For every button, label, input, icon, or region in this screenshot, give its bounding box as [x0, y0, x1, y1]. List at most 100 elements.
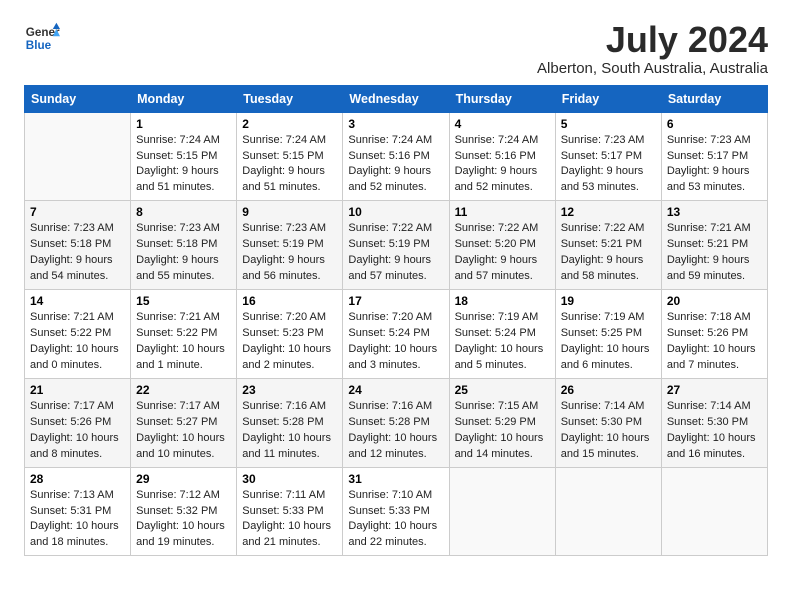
- cell-info-text: Sunrise: 7:15 AMSunset: 5:29 PMDaylight:…: [455, 399, 550, 463]
- cell-date-number: 30: [242, 472, 337, 486]
- cell-info-text: Sunrise: 7:23 AMSunset: 5:17 PMDaylight:…: [561, 133, 656, 197]
- calendar-week-1: 1 Sunrise: 7:24 AMSunset: 5:15 PMDaylight…: [25, 112, 768, 201]
- calendar-cell: 26 Sunrise: 7:14 AMSunset: 5:30 PMDayligh…: [555, 378, 661, 467]
- cell-info-text: Sunrise: 7:22 AMSunset: 5:19 PMDaylight:…: [348, 221, 443, 285]
- calendar-cell: 15Sunrise: 7:21 AMSunset: 5:22 PMDayligh…: [131, 290, 237, 379]
- calendar-table: SundayMondayTuesdayWednesdayThursdayFrid…: [24, 85, 768, 557]
- page-header: General Blue July 2024 Alberton, South A…: [24, 20, 768, 77]
- cell-date-number: 24: [348, 383, 443, 397]
- calendar-cell: 20 Sunrise: 7:18 AMSunset: 5:26 PMDayligh…: [661, 290, 767, 379]
- calendar-cell: 16 Sunrise: 7:20 AMSunset: 5:23 PMDayligh…: [237, 290, 343, 379]
- calendar-cell: 11Sunrise: 7:22 AMSunset: 5:20 PMDayligh…: [449, 201, 555, 290]
- cell-info-text: Sunrise: 7:16 AMSunset: 5:28 PMDaylight:…: [348, 399, 443, 463]
- cell-date-number: 17: [348, 294, 443, 308]
- calendar-cell: [449, 467, 555, 556]
- weekday-header-monday: Monday: [131, 85, 237, 112]
- calendar-cell: 22Sunrise: 7:17 AMSunset: 5:27 PMDayligh…: [131, 378, 237, 467]
- cell-date-number: 7: [30, 205, 125, 219]
- calendar-cell: 7 Sunrise: 7:23 AMSunset: 5:18 PMDaylight…: [25, 201, 131, 290]
- cell-info-text: Sunrise: 7:23 AMSunset: 5:17 PMDaylight:…: [667, 133, 762, 197]
- cell-info-text: Sunrise: 7:24 AMSunset: 5:15 PMDaylight:…: [242, 133, 337, 197]
- calendar-cell: 30 Sunrise: 7:11 AMSunset: 5:33 PMDayligh…: [237, 467, 343, 556]
- cell-date-number: 6: [667, 117, 762, 131]
- calendar-cell: 8 Sunrise: 7:23 AMSunset: 5:18 PMDaylight…: [131, 201, 237, 290]
- cell-date-number: 31: [348, 472, 443, 486]
- calendar-cell: 23 Sunrise: 7:16 AMSunset: 5:28 PMDayligh…: [237, 378, 343, 467]
- calendar-cell: 12 Sunrise: 7:22 AMSunset: 5:21 PMDayligh…: [555, 201, 661, 290]
- cell-info-text: Sunrise: 7:20 AMSunset: 5:24 PMDaylight:…: [348, 310, 443, 374]
- cell-info-text: Sunrise: 7:14 AMSunset: 5:30 PMDaylight:…: [667, 399, 762, 463]
- cell-date-number: 23: [242, 383, 337, 397]
- cell-date-number: 27: [667, 383, 762, 397]
- cell-info-text: Sunrise: 7:14 AMSunset: 5:30 PMDaylight:…: [561, 399, 656, 463]
- cell-date-number: 19: [561, 294, 656, 308]
- weekday-header-sunday: Sunday: [25, 85, 131, 112]
- cell-date-number: 13: [667, 205, 762, 219]
- calendar-cell: 17 Sunrise: 7:20 AMSunset: 5:24 PMDayligh…: [343, 290, 449, 379]
- calendar-cell: 24 Sunrise: 7:16 AMSunset: 5:28 PMDayligh…: [343, 378, 449, 467]
- calendar-cell: 1Sunrise: 7:24 AMSunset: 5:15 PMDaylight…: [131, 112, 237, 201]
- calendar-cell: 19Sunrise: 7:19 AMSunset: 5:25 PMDayligh…: [555, 290, 661, 379]
- title-area: July 2024 Alberton, South Australia, Aus…: [537, 20, 768, 77]
- cell-date-number: 29: [136, 472, 231, 486]
- calendar-cell: 3 Sunrise: 7:24 AMSunset: 5:16 PMDaylight…: [343, 112, 449, 201]
- cell-info-text: Sunrise: 7:24 AMSunset: 5:16 PMDaylight:…: [455, 133, 550, 197]
- cell-info-text: Sunrise: 7:21 AMSunset: 5:22 PMDaylight:…: [136, 310, 231, 374]
- cell-date-number: 9: [242, 205, 337, 219]
- cell-info-text: Sunrise: 7:16 AMSunset: 5:28 PMDaylight:…: [242, 399, 337, 463]
- calendar-body: 1 Sunrise: 7:24 AMSunset: 5:15 PMDaylight…: [25, 112, 768, 556]
- cell-info-text: Sunrise: 7:13 AMSunset: 5:31 PMDaylight:…: [30, 488, 125, 552]
- cell-date-number: 4: [455, 117, 550, 131]
- cell-info-text: Sunrise: 7:19 AMSunset: 5:24 PMDaylight:…: [455, 310, 550, 374]
- cell-info-text: Sunrise: 7:18 AMSunset: 5:26 PMDaylight:…: [667, 310, 762, 374]
- calendar-header-row: SundayMondayTuesdayWednesdayThursdayFrid…: [25, 85, 768, 112]
- calendar-cell: 29 Sunrise: 7:12 AMSunset: 5:32 PMDayligh…: [131, 467, 237, 556]
- calendar-cell: 31 Sunrise: 7:10 AMSunset: 5:33 PMDayligh…: [343, 467, 449, 556]
- cell-info-text: Sunrise: 7:20 AMSunset: 5:23 PMDaylight:…: [242, 310, 337, 374]
- calendar-week-5: 28 Sunrise: 7:13 AMSunset: 5:31 PMDayligh…: [25, 467, 768, 556]
- calendar-cell: [555, 467, 661, 556]
- cell-date-number: 25: [455, 383, 550, 397]
- cell-date-number: 8: [136, 205, 231, 219]
- calendar-cell: 6 Sunrise: 7:23 AMSunset: 5:17 PMDaylight…: [661, 112, 767, 201]
- cell-info-text: Sunrise: 7:22 AMSunset: 5:21 PMDaylight:…: [561, 221, 656, 285]
- cell-date-number: 16: [242, 294, 337, 308]
- cell-info-text: Sunrise: 7:10 AMSunset: 5:33 PMDaylight:…: [348, 488, 443, 552]
- calendar-cell: 18Sunrise: 7:19 AMSunset: 5:24 PMDayligh…: [449, 290, 555, 379]
- calendar-week-3: 14 Sunrise: 7:21 AMSunset: 5:22 PMDayligh…: [25, 290, 768, 379]
- cell-date-number: 10: [348, 205, 443, 219]
- cell-info-text: Sunrise: 7:23 AMSunset: 5:18 PMDaylight:…: [30, 221, 125, 285]
- cell-info-text: Sunrise: 7:22 AMSunset: 5:20 PMDaylight:…: [455, 221, 550, 285]
- calendar-cell: 28 Sunrise: 7:13 AMSunset: 5:31 PMDayligh…: [25, 467, 131, 556]
- cell-date-number: 26: [561, 383, 656, 397]
- cell-date-number: 20: [667, 294, 762, 308]
- calendar-week-4: 21Sunrise: 7:17 AMSunset: 5:26 PMDayligh…: [25, 378, 768, 467]
- cell-info-text: Sunrise: 7:12 AMSunset: 5:32 PMDaylight:…: [136, 488, 231, 552]
- weekday-header-friday: Friday: [555, 85, 661, 112]
- cell-info-text: Sunrise: 7:21 AMSunset: 5:22 PMDaylight:…: [30, 310, 125, 374]
- cell-date-number: 28: [30, 472, 125, 486]
- cell-info-text: Sunrise: 7:23 AMSunset: 5:18 PMDaylight:…: [136, 221, 231, 285]
- cell-info-text: Sunrise: 7:11 AMSunset: 5:33 PMDaylight:…: [242, 488, 337, 552]
- cell-date-number: 2: [242, 117, 337, 131]
- cell-info-text: Sunrise: 7:23 AMSunset: 5:19 PMDaylight:…: [242, 221, 337, 285]
- logo: General Blue: [24, 20, 60, 56]
- calendar-cell: 14 Sunrise: 7:21 AMSunset: 5:22 PMDayligh…: [25, 290, 131, 379]
- calendar-cell: 21Sunrise: 7:17 AMSunset: 5:26 PMDayligh…: [25, 378, 131, 467]
- cell-info-text: Sunrise: 7:24 AMSunset: 5:16 PMDaylight:…: [348, 133, 443, 197]
- calendar-cell: 13 Sunrise: 7:21 AMSunset: 5:21 PMDayligh…: [661, 201, 767, 290]
- location-subtitle: Alberton, South Australia, Australia: [537, 60, 768, 77]
- cell-date-number: 1: [136, 117, 231, 131]
- calendar-cell: 25 Sunrise: 7:15 AMSunset: 5:29 PMDayligh…: [449, 378, 555, 467]
- cell-date-number: 22: [136, 383, 231, 397]
- calendar-cell: [661, 467, 767, 556]
- month-title: July 2024: [537, 20, 768, 60]
- weekday-header-saturday: Saturday: [661, 85, 767, 112]
- cell-date-number: 12: [561, 205, 656, 219]
- cell-date-number: 14: [30, 294, 125, 308]
- cell-date-number: 3: [348, 117, 443, 131]
- calendar-week-2: 7 Sunrise: 7:23 AMSunset: 5:18 PMDaylight…: [25, 201, 768, 290]
- cell-info-text: Sunrise: 7:21 AMSunset: 5:21 PMDaylight:…: [667, 221, 762, 285]
- calendar-cell: 9 Sunrise: 7:23 AMSunset: 5:19 PMDaylight…: [237, 201, 343, 290]
- cell-info-text: Sunrise: 7:17 AMSunset: 5:26 PMDaylight:…: [30, 399, 125, 463]
